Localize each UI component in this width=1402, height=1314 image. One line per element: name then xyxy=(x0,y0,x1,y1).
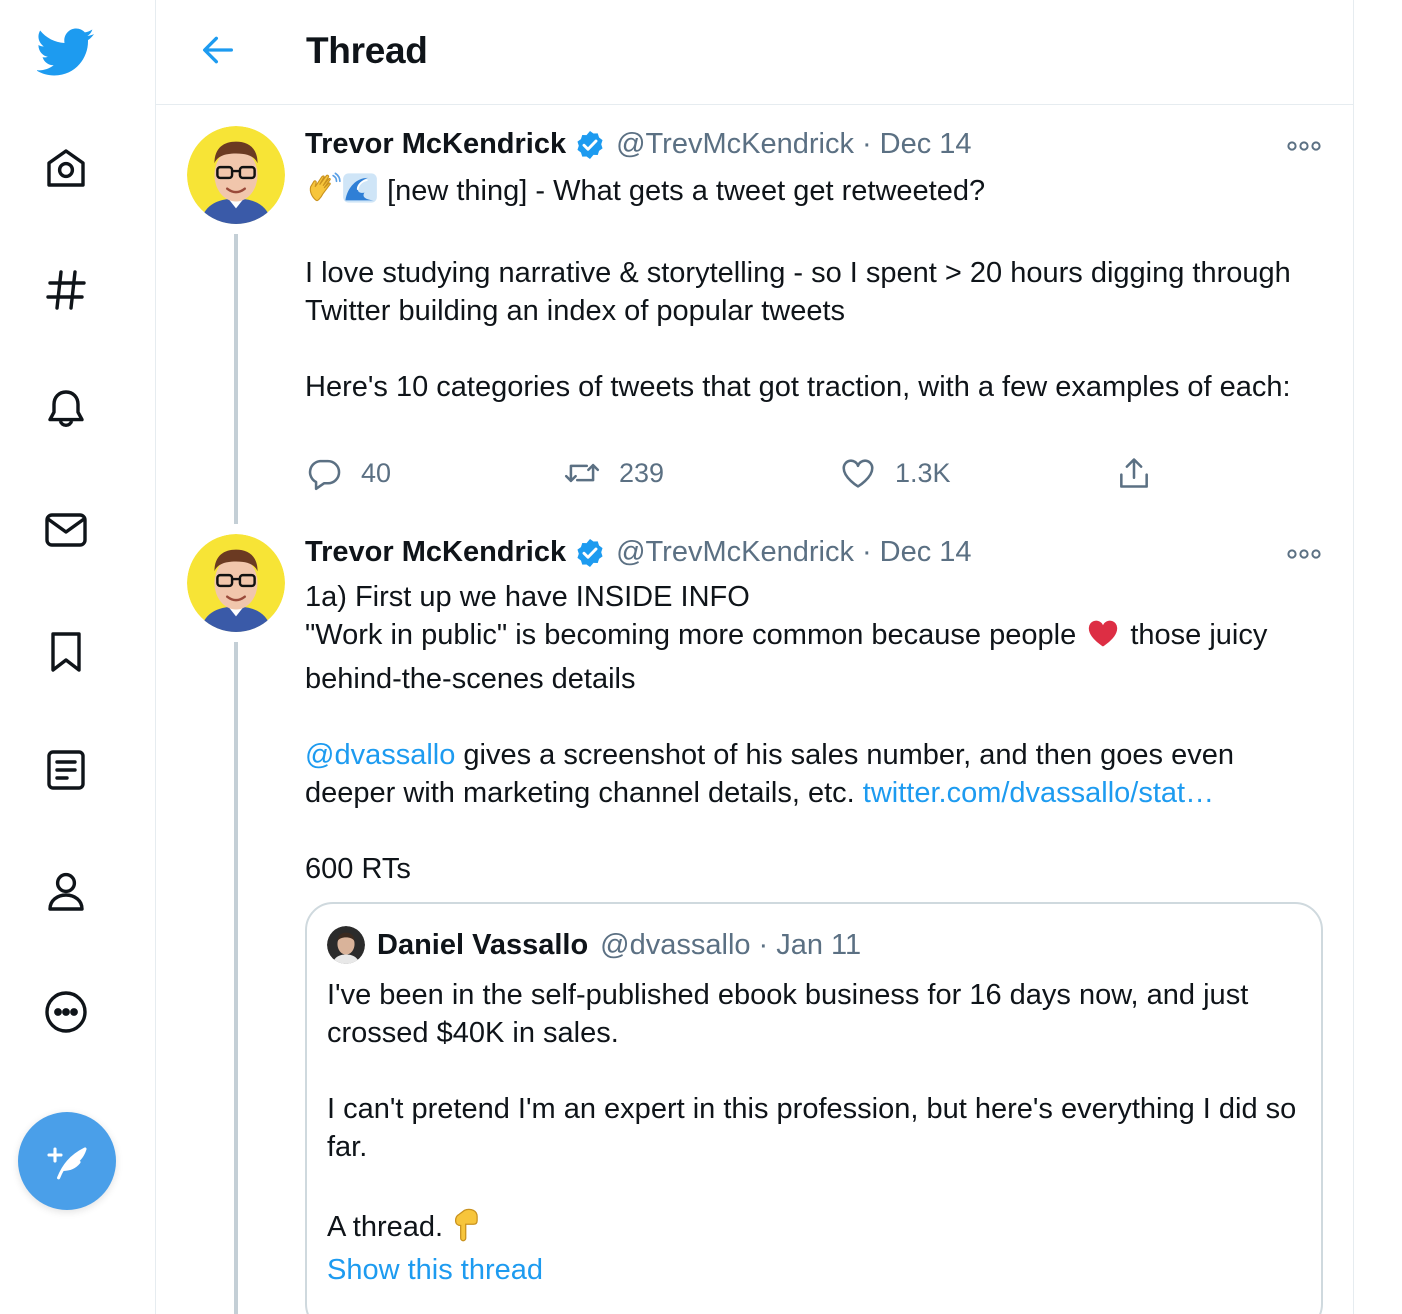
tweet-date[interactable]: Dec 14 xyxy=(880,128,972,161)
tweet-header: Trevor McKendrick @TrevMcKendrick · Dec … xyxy=(305,536,972,569)
retweet-count: 239 xyxy=(619,457,665,488)
tweet-text-line: "Work in public" is becoming more common… xyxy=(305,619,1077,651)
quoted-tweet[interactable]: Daniel Vassallo @dvassallo · Jan 11 I've… xyxy=(305,902,1323,1314)
quoted-tweet-header: Daniel Vassallo @dvassallo · Jan 11 xyxy=(327,926,861,964)
author-name[interactable]: Trevor McKendrick xyxy=(305,128,566,161)
bookmarks-icon[interactable] xyxy=(36,622,96,682)
tweet-text-line: 600 RTs xyxy=(305,853,411,885)
compose-tweet-icon xyxy=(43,1137,91,1185)
page-title: Thread xyxy=(306,30,428,71)
tweet-more-button[interactable] xyxy=(1282,136,1326,156)
quoted-tweet-text: I've been in the self-published ebook bu… xyxy=(327,976,1307,1252)
reply-icon xyxy=(308,459,341,491)
verified-badge-icon xyxy=(574,129,606,161)
twitter-logo-icon[interactable] xyxy=(36,22,96,82)
tweet-paragraph: I love studying narrative & storytelling… xyxy=(305,257,1291,327)
tweet-actions: 40 239 1.3K xyxy=(305,454,1205,498)
more-dots-icon xyxy=(1286,140,1322,152)
tweet-text-line: 1a) First up we have INSIDE INFO xyxy=(305,581,750,613)
quoted-paragraph: A thread. xyxy=(327,1211,444,1243)
compose-tweet-button[interactable] xyxy=(18,1112,116,1210)
share-button[interactable] xyxy=(1115,454,1171,492)
avatar[interactable] xyxy=(187,126,285,224)
retweet-icon xyxy=(564,463,600,483)
red-heart-emoji-icon xyxy=(1084,616,1122,660)
tweet-text-line: [new thing] - What gets a tweet get retw… xyxy=(387,175,986,207)
waving-hand-emoji-icon xyxy=(305,170,341,216)
quoted-paragraph: I've been in the self-published ebook bu… xyxy=(327,979,1249,1049)
tweet-paragraph: Here's 10 categories of tweets that got … xyxy=(305,371,1291,403)
like-button[interactable]: 1.3K xyxy=(839,454,951,492)
lists-icon[interactable] xyxy=(36,740,96,800)
pointing-down-emoji-icon xyxy=(451,1204,483,1252)
author-handle[interactable]: @TrevMcKendrick xyxy=(616,128,854,161)
quoted-paragraph: I can't pretend I'm an expert in this pr… xyxy=(327,1093,1297,1163)
thread-header: Thread xyxy=(156,0,1353,105)
profile-icon[interactable] xyxy=(36,862,96,922)
sidebar xyxy=(0,0,155,1314)
water-wave-emoji-icon xyxy=(341,170,379,216)
tweet-more-button[interactable] xyxy=(1282,544,1326,564)
tweet[interactable]: Trevor McKendrick @TrevMcKendrick · Dec … xyxy=(156,514,1353,1314)
tweet-text: [new thing] - What gets a tweet get retw… xyxy=(305,170,1305,406)
quoted-author-handle: @dvassallo xyxy=(600,928,751,961)
tweet-text: 1a) First up we have INSIDE INFO "Work i… xyxy=(305,578,1305,888)
tweet-date[interactable]: Dec 14 xyxy=(880,536,972,569)
thread-connector xyxy=(234,642,238,1314)
quoted-author-name: Daniel Vassallo xyxy=(377,928,589,961)
tweet-header: Trevor McKendrick @TrevMcKendrick · Dec … xyxy=(305,128,972,161)
reply-count: 40 xyxy=(361,457,392,488)
separator: · xyxy=(861,128,872,160)
like-count: 1.3K xyxy=(895,457,951,488)
back-arrow-icon xyxy=(198,30,238,70)
thread-connector xyxy=(234,234,238,524)
reply-button[interactable]: 40 xyxy=(305,454,391,492)
explore-hashtag-icon[interactable] xyxy=(36,260,96,320)
quoted-avatar xyxy=(327,926,365,964)
heart-icon xyxy=(842,459,874,488)
share-icon xyxy=(1120,458,1148,488)
separator: · xyxy=(758,928,769,961)
separator: · xyxy=(861,536,872,568)
back-button[interactable] xyxy=(196,28,240,72)
show-this-thread-link[interactable]: Show this thread xyxy=(327,1254,543,1287)
mention-link[interactable]: @dvassallo xyxy=(305,739,455,771)
home-icon[interactable] xyxy=(36,138,96,198)
messages-envelope-icon[interactable] xyxy=(36,500,96,560)
author-name[interactable]: Trevor McKendrick xyxy=(305,536,566,569)
notifications-bell-icon[interactable] xyxy=(36,380,96,440)
retweet-button[interactable]: 239 xyxy=(563,454,664,492)
verified-badge-icon xyxy=(574,537,606,569)
tweet-url-link[interactable]: twitter.com/dvassallo/stat… xyxy=(863,777,1214,809)
avatar[interactable] xyxy=(187,534,285,632)
quoted-tweet-date: Jan 11 xyxy=(776,928,862,961)
main-column: Thread Trevor McKendrick @TrevMcKendrick… xyxy=(155,0,1354,1314)
more-circle-icon[interactable] xyxy=(36,982,96,1042)
author-handle[interactable]: @TrevMcKendrick xyxy=(616,536,854,569)
more-dots-icon xyxy=(1286,548,1322,560)
tweet[interactable]: Trevor McKendrick @TrevMcKendrick · Dec … xyxy=(156,106,1353,526)
